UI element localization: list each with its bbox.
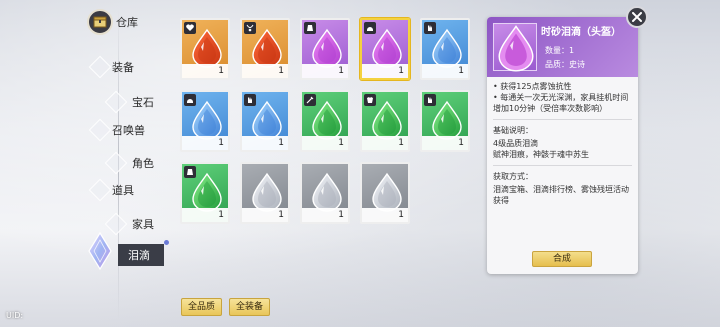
detail-item-icon [493, 23, 537, 72]
detail-quantity: 数量：1 [545, 46, 575, 55]
combine-button[interactable]: 合成 [532, 251, 592, 267]
item-slot[interactable]: 1 [360, 162, 410, 224]
item-slot[interactable]: 1 [420, 18, 470, 80]
nav-label-equipment: 装备 [112, 61, 134, 74]
item-count: 1 [422, 136, 468, 150]
nav-label-props: 道具 [112, 184, 134, 197]
item-count: 1 [242, 136, 288, 150]
item-count: 1 [242, 208, 288, 222]
blue-tear-gem-icon [252, 100, 282, 140]
blue-tear-gem-icon [432, 28, 462, 68]
green-tear-gem-icon [312, 100, 342, 140]
close-icon [632, 12, 642, 22]
detail-source: 获取方式： 泪滴宝箱、泪滴排行榜、雾蚀残垣活动获得 [493, 171, 632, 211]
blue-tear-gem-icon [192, 100, 222, 140]
item-count: 1 [362, 64, 408, 78]
source-text: 泪滴宝箱、泪滴排行榜、雾蚀残垣活动获得 [493, 185, 629, 205]
item-slot[interactable]: 1 [360, 90, 410, 152]
quality-filter-button[interactable]: 全品质 [181, 298, 223, 316]
orange-tear-gem-icon [252, 28, 282, 68]
nav-label-character: 角色 [132, 157, 154, 170]
nav-item-equipment[interactable]: 装备 [88, 55, 134, 79]
detail-effects: • 获得125点雾蚀抗性 • 每通关一次无光深渊，家具挂机时间增加10分钟（受倍… [493, 81, 632, 120]
detail-header: 时砂泪滴（头盔） 数量：1 品质：史诗 [487, 17, 638, 77]
detail-quality: 品质：史诗 [545, 60, 585, 69]
storage-icon[interactable] [87, 9, 113, 35]
green-tear-gem-icon [432, 100, 462, 140]
nav-item-summon[interactable]: 召唤兽 [88, 118, 145, 142]
nav-diamond-icon [88, 178, 112, 202]
nav-item-storage[interactable]: 仓库 [116, 11, 138, 33]
item-slot[interactable]: 1 [240, 18, 290, 80]
green-tear-gem-icon [192, 172, 222, 212]
purple-tear-gem-icon [372, 28, 402, 68]
close-button[interactable] [626, 6, 648, 28]
nav-label-tear: 泪滴 [118, 244, 164, 266]
item-slot[interactable]: 1 [360, 18, 410, 80]
nav-item-character[interactable]: 角色 [104, 151, 154, 175]
item-count: 1 [422, 64, 468, 78]
gray-tear-gem-icon [312, 172, 342, 212]
item-detail-panel: 时砂泪滴（头盔） 数量：1 品质：史诗 • 获得125点雾蚀抗性 • 每通关一次… [487, 17, 638, 274]
item-slot[interactable]: 1 [180, 18, 230, 80]
nav-item-props[interactable]: 道具 [88, 178, 134, 202]
nav-item-gem[interactable]: 宝石 [104, 90, 154, 114]
item-slot[interactable]: 1 [300, 18, 350, 80]
item-count: 1 [302, 208, 348, 222]
nav-diamond-icon [104, 151, 128, 175]
nav-diamond-icon [88, 118, 112, 142]
item-slot[interactable]: 1 [240, 162, 290, 224]
item-count: 1 [242, 64, 288, 78]
equipment-filter-button[interactable]: 全装备 [229, 298, 271, 316]
source-title: 获取方式： [493, 172, 533, 181]
item-slot[interactable]: 1 [240, 90, 290, 152]
item-slot[interactable]: 1 [420, 90, 470, 152]
nav-label-summon: 召唤兽 [112, 124, 145, 137]
quality-filter-label: 全品质 [188, 302, 216, 312]
item-count: 1 [302, 136, 348, 150]
nav-item-tear[interactable]: 泪滴 [118, 244, 164, 266]
nav-label-furniture: 家具 [132, 218, 154, 231]
detail-effect-line: • 每通关一次无光深渊，家具挂机时间增加10分钟（受倍率次数影响） [493, 93, 629, 113]
item-count: 1 [182, 208, 228, 222]
description-title: 基础说明： [493, 126, 533, 135]
nav-item-furniture[interactable]: 家具 [104, 212, 154, 236]
item-slot[interactable]: 1 [180, 90, 230, 152]
green-tear-gem-icon [372, 100, 402, 140]
purple-tear-gem-icon [498, 25, 534, 72]
item-slot[interactable]: 1 [180, 162, 230, 224]
purple-tear-gem-icon [312, 28, 342, 68]
nav-label-gem: 宝石 [132, 96, 154, 109]
category-nav: 仓库 装备 宝石 召唤兽 角色 道具 家具 泪滴 [0, 0, 175, 327]
storage-chest-icon [93, 16, 107, 28]
detail-description: 基础说明： 4级品质泪滴 赋神泪痕，神骸于魂中苏生 [493, 125, 632, 166]
nav-diamond-icon [104, 90, 128, 114]
item-count: 1 [362, 136, 408, 150]
combine-label: 合成 [552, 254, 571, 264]
item-count: 1 [302, 64, 348, 78]
uid-label: UID: [6, 311, 24, 320]
equipment-filter-label: 全装备 [236, 302, 264, 312]
item-slot[interactable]: 1 [300, 90, 350, 152]
detail-body: • 获得125点雾蚀抗性 • 每通关一次无光深渊，家具挂机时间增加10分钟（受倍… [487, 77, 638, 220]
gray-tear-gem-icon [252, 172, 282, 212]
item-count: 1 [182, 136, 228, 150]
nav-label-storage: 仓库 [116, 16, 138, 29]
item-count: 1 [182, 64, 228, 78]
gray-tear-gem-icon [372, 172, 402, 212]
active-tear-gem-icon [88, 232, 112, 270]
item-slot[interactable]: 1 [300, 162, 350, 224]
item-count: 1 [362, 208, 408, 222]
orange-tear-gem-icon [192, 28, 222, 68]
detail-effect-line: • 获得125点雾蚀抗性 [493, 82, 572, 91]
detail-item-name: 时砂泪滴（头盔） [541, 27, 621, 38]
description-line: 赋神泪痕，神骸于魂中苏生 [493, 150, 589, 159]
active-indicator-dot [164, 240, 169, 245]
description-line: 4级品质泪滴 [493, 139, 539, 148]
nav-diamond-icon [88, 55, 112, 79]
